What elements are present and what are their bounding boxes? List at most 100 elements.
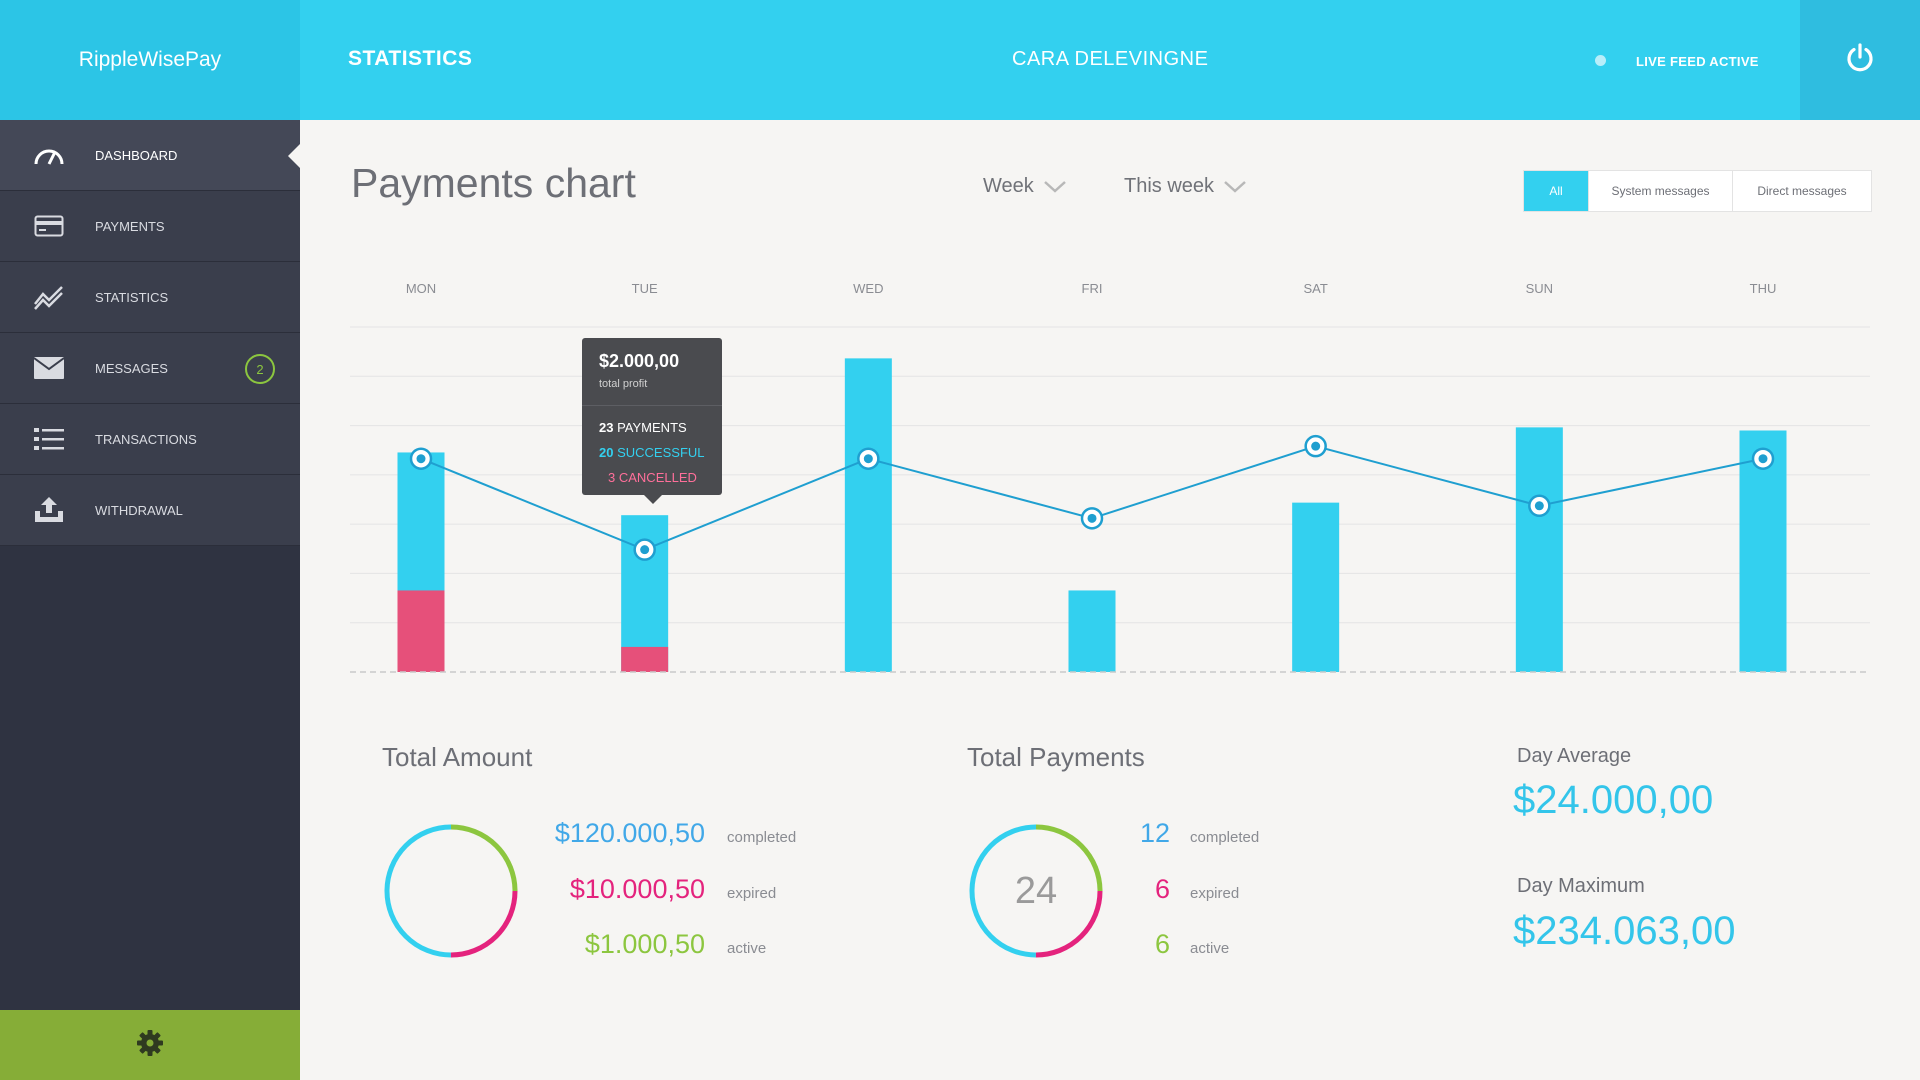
logout-button[interactable] xyxy=(1800,0,1920,120)
list-icon xyxy=(33,423,65,455)
chart-title: Payments chart xyxy=(351,160,636,206)
sidebar-item-payments[interactable]: PAYMENTS xyxy=(0,191,300,262)
chart-bar-successful xyxy=(1515,427,1563,672)
upload-tray-icon xyxy=(33,494,65,526)
day-maximum-title: Day Maximum xyxy=(1517,875,1645,897)
tooltip-payments-label: PAYMENTS xyxy=(617,420,687,435)
live-status-dot-icon xyxy=(1595,55,1606,66)
total-amount-completed-label: completed xyxy=(727,829,797,846)
sidebar-nav: DASHBOARD PAYMENTS STATISTICS MESSAGES 2 xyxy=(0,120,300,546)
chart-line-point-dot xyxy=(1311,441,1321,451)
day-maximum-value: $234.063,00 xyxy=(1513,909,1736,953)
chart-line-point-dot xyxy=(1534,501,1544,511)
sidebar-item-label: TRANSACTIONS xyxy=(95,431,197,447)
filter-direct-messages-button[interactable]: Direct messages xyxy=(1733,171,1871,211)
sidebar-item-label: DASHBOARD xyxy=(95,147,178,163)
total-amount-expired-value: $10.000,50 xyxy=(569,874,705,904)
payments-chart: MON TUE WED FRI SAT SUN THU xyxy=(300,240,1920,680)
page-title: STATISTICS xyxy=(348,47,473,70)
chart-line-point-dot xyxy=(1087,513,1097,523)
tooltip-cancelled-line: 3 CANCELLED xyxy=(608,470,697,485)
tooltip-cancelled-count: 3 xyxy=(608,470,616,485)
total-amount-active-row: $1.000,50 active xyxy=(540,929,766,960)
chart-line-point-dot xyxy=(863,454,873,464)
total-payments-center-count: 24 xyxy=(1014,870,1058,912)
gear-icon xyxy=(137,1029,163,1061)
chart-line-point-dot xyxy=(416,454,426,464)
tooltip-successful-label: SUCCESSFUL xyxy=(617,445,705,460)
chart-line-icon xyxy=(33,281,65,313)
speedometer-icon xyxy=(33,139,65,171)
brand-logo[interactable]: RippleWisePay xyxy=(0,0,300,120)
user-name[interactable]: CARA DELEVINGNE xyxy=(1012,48,1208,71)
chart-x-tick-label: SUN xyxy=(1526,281,1553,296)
sidebar-item-label: STATISTICS xyxy=(95,289,169,305)
total-payments-active-label: active xyxy=(1190,940,1230,957)
chart-bar-cancelled xyxy=(621,646,669,672)
tooltip-divider xyxy=(582,405,722,406)
day-average-value: $24.000,00 xyxy=(1513,778,1714,822)
top-bar: STATISTICS CARA DELEVINGNE LIVE FEED ACT… xyxy=(300,0,1920,120)
day-average-title: Day Average xyxy=(1517,745,1632,767)
chart-bar-successful xyxy=(844,358,892,672)
total-amount-completed-row: $120.000,50 completed xyxy=(540,818,796,849)
sidebar-item-label: PAYMENTS xyxy=(95,218,165,234)
sidebar-item-messages[interactable]: MESSAGES 2 xyxy=(0,333,300,404)
total-payments-title: Total Payments xyxy=(967,742,1145,772)
chart-bar-successful xyxy=(1068,590,1116,672)
brand-name: RippleWisePay xyxy=(78,48,222,71)
chart-x-tick-label: SAT xyxy=(1304,281,1328,296)
chart-line-point-dot xyxy=(1758,454,1768,464)
total-payments-completed-label: completed xyxy=(1190,829,1260,846)
total-payments-completed-value: 12 xyxy=(1139,818,1170,848)
sidebar: RippleWisePay DASHBOARD PAYMENTS STATIST… xyxy=(0,0,300,1080)
payments-chart-svg: MON TUE WED FRI SAT SUN THU xyxy=(350,281,1870,673)
total-amount-expired-row: $10.000,50 expired xyxy=(540,874,776,905)
total-payments-expired-row: 6 expired xyxy=(1100,874,1239,905)
chevron-down-icon xyxy=(1043,180,1066,193)
total-amount-expired-label: expired xyxy=(727,885,777,902)
message-filter-group: All System messages Direct messages xyxy=(1523,170,1872,212)
settings-button[interactable] xyxy=(0,1010,300,1080)
period-dropdown[interactable]: Week xyxy=(983,175,1066,198)
tooltip-successful-count: 20 xyxy=(599,445,614,460)
main-content: Payments chart Week This week All System… xyxy=(300,120,1920,1080)
chevron-down-icon xyxy=(1224,180,1246,193)
total-payments-active-value: 6 xyxy=(1154,929,1170,959)
sidebar-item-transactions[interactable]: TRANSACTIONS xyxy=(0,404,300,475)
messages-count-badge: 2 xyxy=(245,354,275,384)
total-payments-active-row: 6 active xyxy=(1100,929,1229,960)
tooltip-amount: $2.000,00 xyxy=(599,351,680,371)
chart-x-tick-label: MON xyxy=(406,281,436,296)
total-amount-completed-value: $120.000,50 xyxy=(554,818,705,848)
period-dropdown-value: Week xyxy=(983,175,1034,197)
range-dropdown-value: This week xyxy=(1124,175,1215,197)
tooltip-successful-line: 20 SUCCESSFUL xyxy=(599,445,705,460)
sidebar-item-dashboard[interactable]: DASHBOARD xyxy=(0,120,300,191)
chart-bar-cancelled xyxy=(397,590,445,672)
total-amount-title: Total Amount xyxy=(382,742,533,772)
total-payments-expired-value: 6 xyxy=(1154,874,1170,904)
chart-x-tick-label: THU xyxy=(1750,281,1777,296)
tooltip-cancelled-label: CANCELLED xyxy=(618,470,697,485)
sidebar-item-label: WITHDRAWAL xyxy=(95,502,183,518)
sidebar-item-withdrawal[interactable]: WITHDRAWAL xyxy=(0,475,300,546)
filter-all-button[interactable]: All xyxy=(1524,171,1589,211)
credit-card-icon xyxy=(33,210,65,242)
chart-x-tick-label: WED xyxy=(853,281,883,296)
tooltip-payments-count: 23 xyxy=(599,420,614,435)
total-payments-expired-label: expired xyxy=(1190,885,1240,902)
tooltip-subtitle: total profit xyxy=(599,378,648,390)
sidebar-item-label: MESSAGES xyxy=(95,360,168,376)
sidebar-item-statistics[interactable]: STATISTICS xyxy=(0,262,300,333)
envelope-icon xyxy=(33,352,65,384)
total-amount-donut xyxy=(384,824,518,958)
chart-x-tick-label: FRI xyxy=(1082,281,1103,296)
power-icon xyxy=(1845,42,1875,78)
total-amount-active-label: active xyxy=(727,940,767,957)
tooltip-payments-line: 23 PAYMENTS xyxy=(599,420,687,435)
filter-system-messages-button[interactable]: System messages xyxy=(1589,171,1733,211)
chart-bar-successful xyxy=(1292,502,1340,672)
range-dropdown[interactable]: This week xyxy=(1124,175,1246,198)
chart-tooltip: $2.000,00 total profit 23 PAYMENTS 20 SU… xyxy=(582,338,722,504)
